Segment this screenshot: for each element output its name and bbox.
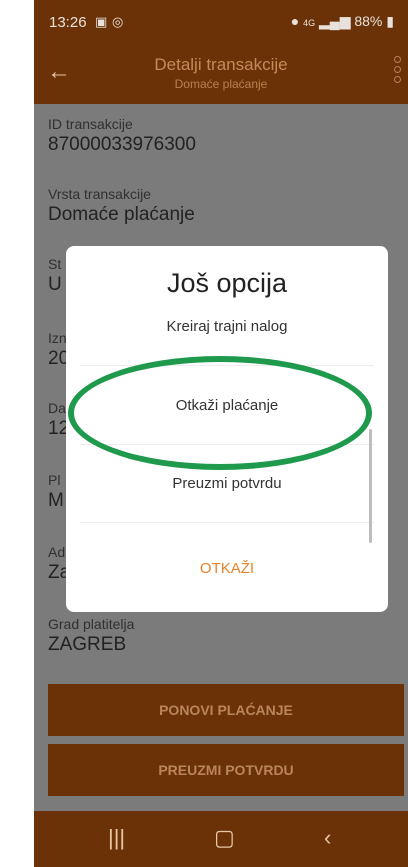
app-bar: ← Detalji transakcije Domaće plaćanje xyxy=(34,44,408,104)
status-bar: 13:26 ▣ ◎ ● 4G ▂▄▆ 88% ▮ xyxy=(34,0,408,44)
recent-apps-icon[interactable]: ||| xyxy=(108,825,125,851)
field-value: Domaće plaćanje xyxy=(48,204,195,225)
download-confirmation-button[interactable]: PREUZMI POTVRDU xyxy=(48,744,404,796)
field-value: 87000033976300 xyxy=(48,134,196,155)
field-value: M xyxy=(48,490,64,511)
android-nav-bar: ||| ▢ ‹ xyxy=(34,811,408,867)
field-transaction-id: ID transakcije 87000033976300 xyxy=(48,116,196,156)
field-label: ID transakcije xyxy=(48,116,133,132)
more-options-icon[interactable] xyxy=(394,56,402,86)
field-label: St xyxy=(48,256,62,272)
nav-back-icon[interactable]: ‹ xyxy=(324,825,331,851)
field-label: Vrsta transakcije xyxy=(48,186,151,202)
repeat-payment-button[interactable]: PONOVI PLAĆANJE xyxy=(48,684,404,736)
network-label: 4G xyxy=(303,18,316,28)
notification-icon: ◎ xyxy=(112,14,124,29)
location-icon: ● xyxy=(290,13,300,29)
gallery-icon: ▣ xyxy=(95,14,108,29)
option-create-standing-order[interactable]: Kreiraj trajni nalog xyxy=(80,289,374,366)
page-title: Detalji transakcije xyxy=(154,55,288,74)
field-status: St U xyxy=(48,256,62,296)
status-time: 13:26 xyxy=(49,14,87,31)
home-icon[interactable]: ▢ xyxy=(214,825,235,851)
field-value: ZAGREB xyxy=(48,634,127,655)
status-right: ● 4G ▂▄▆ 88% ▮ xyxy=(291,13,394,30)
field-value: U xyxy=(48,274,62,295)
battery-percent: 88% xyxy=(354,13,383,29)
dialog-scrollbar[interactable] xyxy=(369,429,372,543)
field-payer: Pl M xyxy=(48,472,64,512)
field-label: Pl xyxy=(48,472,61,488)
battery-icon: ▮ xyxy=(386,13,394,29)
field-payer-city: Grad platitelja ZAGREB xyxy=(48,616,134,656)
field-label: Grad platitelja xyxy=(48,616,135,632)
field-transaction-type: Vrsta transakcije Domaće plaćanje xyxy=(48,186,195,226)
page-subtitle: Domaće plaćanje xyxy=(174,77,268,91)
dialog-cancel-button[interactable]: OTKAŽI xyxy=(66,560,388,577)
green-highlight-ellipse xyxy=(68,356,372,470)
signal-icon: ▂▄▆ xyxy=(319,13,351,29)
